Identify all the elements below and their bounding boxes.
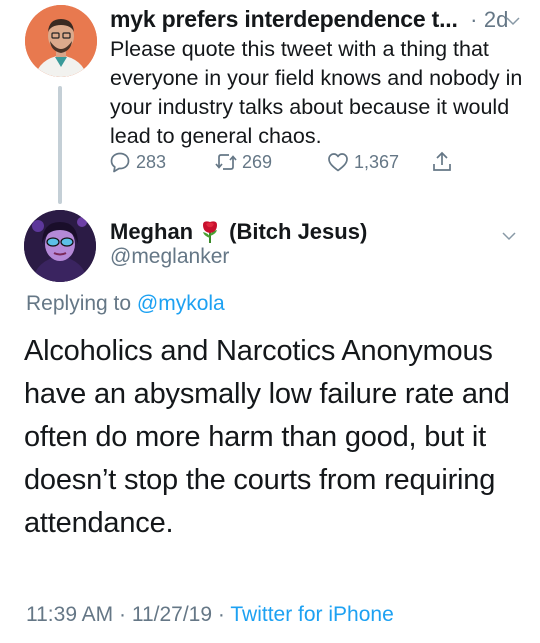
chevron-down-icon[interactable] bbox=[500, 227, 518, 245]
parent-separator: · bbox=[470, 7, 478, 32]
reply-count: 283 bbox=[136, 151, 167, 172]
share-button[interactable] bbox=[430, 150, 454, 174]
like-button[interactable]: 1,367 bbox=[326, 150, 399, 174]
parent-display-name[interactable]: myk prefers interdependence t... bbox=[110, 6, 458, 32]
main-tweet-header: Meghan (Bitch Jesus) bbox=[110, 217, 530, 247]
replying-to-line: Replying to @mykola bbox=[26, 292, 225, 316]
reply-icon bbox=[110, 152, 130, 173]
main-display-alias[interactable]: (Bitch Jesus) bbox=[229, 219, 367, 245]
parent-tweet-text: Please quote this tweet with a thing tha… bbox=[110, 37, 523, 148]
chevron-down-icon[interactable] bbox=[504, 12, 522, 30]
tweet-client-link[interactable]: Twitter for iPhone bbox=[230, 603, 393, 626]
tweet-time: 11:39 AM bbox=[26, 603, 114, 626]
main-handle[interactable]: @meglanker bbox=[110, 245, 229, 269]
like-count: 1,367 bbox=[354, 151, 400, 172]
replying-prefix: Replying to bbox=[26, 292, 132, 315]
parent-tweet-header: myk prefers interdependence t... · 2d bbox=[110, 6, 530, 36]
heart-icon bbox=[328, 153, 348, 172]
meta-separator-1: · bbox=[119, 603, 127, 626]
tweet-date: 11/27/19 bbox=[131, 603, 213, 626]
meta-separator-2: · bbox=[217, 603, 225, 626]
retweet-button[interactable]: 269 bbox=[214, 150, 272, 174]
avatar-myk[interactable] bbox=[25, 5, 97, 77]
share-icon bbox=[433, 151, 451, 171]
avatar-meghan[interactable] bbox=[24, 210, 96, 282]
tweet-metadata: 11:39 AM · 11/27/19 · Twitter for iPhone bbox=[26, 603, 394, 627]
reply-button[interactable]: 283 bbox=[108, 150, 166, 174]
retweet-count: 269 bbox=[242, 151, 273, 172]
main-tweet-text: Alcoholics and Narcotics Anonymous have … bbox=[24, 335, 510, 539]
parent-tweet-actions: 283 269 1,367 bbox=[108, 150, 528, 178]
thread-line bbox=[58, 86, 62, 204]
main-display-name[interactable]: Meghan bbox=[110, 219, 193, 245]
rose-emoji-icon bbox=[203, 221, 218, 243]
retweet-icon bbox=[215, 154, 237, 170]
replying-to-mention[interactable]: @mykola bbox=[137, 292, 225, 315]
